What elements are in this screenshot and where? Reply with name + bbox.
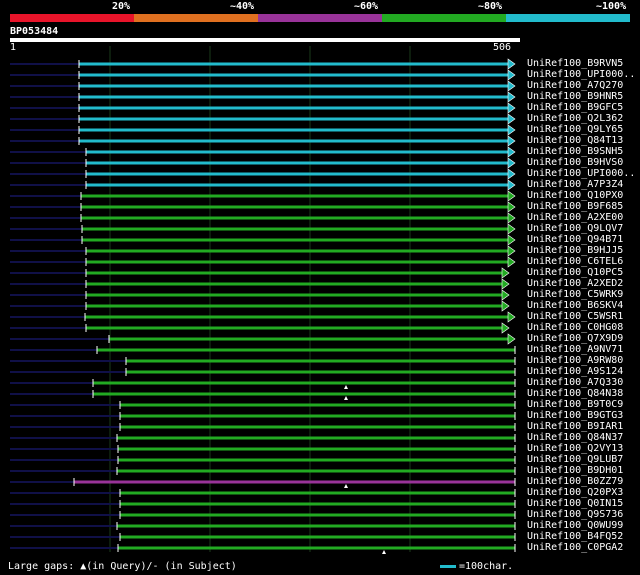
hit-label[interactable]: UniRef100_B0ZZ79 [527,476,623,487]
hit-label[interactable]: UniRef100_A9RW80 [527,355,623,366]
hit-end-arrow-icon [507,234,516,246]
hit-label[interactable]: UniRef100_UPI000.. [527,168,635,179]
hit-end-arrow-icon [507,201,516,213]
hit-end-arrow-icon [507,256,516,268]
hit-label[interactable]: UniRef100_B4FQ52 [527,531,623,542]
hit-label[interactable]: UniRef100_B9HVS0 [527,157,623,168]
scale-legend: =100char. [440,561,513,572]
hit-label[interactable]: UniRef100_A9S124 [527,366,623,377]
hit-label[interactable]: UniRef100_B9DH01 [527,465,623,476]
hit-label[interactable]: UniRef100_Q20PX3 [527,487,623,498]
hit-end-arrow-icon [507,113,516,125]
hit-end-arrow-icon [507,102,516,114]
hit-label[interactable]: UniRef100_C5WRK9 [527,289,623,300]
hit-end-arrow-icon [507,311,516,323]
hit-label[interactable]: UniRef100_Q2L362 [527,113,623,124]
hit-end-arrow-icon [507,223,516,235]
hit-label[interactable]: UniRef100_B9SNH5 [527,146,623,157]
hit-end-arrow-icon [507,124,516,136]
hit-label[interactable]: UniRef100_Q7X9D9 [527,333,623,344]
hit-end-arrow-icon [507,212,516,224]
hit-end-arrow-icon [507,245,516,257]
hit-end-arrow-icon [507,80,516,92]
scale-legend-text: =100char. [459,561,514,572]
hit-label[interactable]: UniRef100_Q94B71 [527,234,623,245]
hit-label[interactable]: UniRef100_UPI000.. [527,69,635,80]
hit-label[interactable]: UniRef100_Q9S736 [527,509,623,520]
gap-marker-icon [382,550,386,554]
gaps-legend: Large gaps: ▲(in Query)/- (in Subject) [8,561,237,572]
hit-end-arrow-icon [501,278,510,290]
gap-marker-icon [344,484,348,488]
hit-end-arrow-icon [507,146,516,158]
hit-label[interactable]: UniRef100_B9GFC5 [527,102,623,113]
scale-swatch [440,565,456,568]
hit-label[interactable]: UniRef100_B9HJJ5 [527,245,623,256]
gap-marker-icon [344,396,348,400]
hit-end-arrow-icon [507,157,516,169]
hit-label[interactable]: UniRef100_A7Q330 [527,377,623,388]
hit-end-arrow-icon [501,289,510,301]
hit-label[interactable]: UniRef100_Q10PX0 [527,190,623,201]
gap-marker-icon [344,385,348,389]
hit-label[interactable]: UniRef100_Q84T13 [527,135,623,146]
hit-label[interactable]: UniRef100_B9GTG3 [527,410,623,421]
hit-label[interactable]: UniRef100_C0HG08 [527,322,623,333]
hit-label[interactable]: UniRef100_Q2VY13 [527,443,623,454]
hit-end-arrow-icon [507,91,516,103]
hit-end-arrow-icon [507,135,516,147]
hit-end-arrow-icon [507,179,516,191]
hit-end-arrow-icon [507,69,516,81]
hit-label[interactable]: UniRef100_Q0WU99 [527,520,623,531]
hit-label[interactable]: UniRef100_Q84N38 [527,388,623,399]
hit-label[interactable]: UniRef100_B9T0C9 [527,399,623,410]
hit-end-arrow-icon [507,190,516,202]
hit-label[interactable]: UniRef100_C6TEL6 [527,256,623,267]
hit-label[interactable]: UniRef100_B9HNR5 [527,91,623,102]
hit-end-arrow-icon [507,333,516,345]
hit-label[interactable]: UniRef100_B9RVN5 [527,58,623,69]
hit-label[interactable]: UniRef100_Q9LY65 [527,124,623,135]
hit-end-arrow-icon [501,322,510,334]
hit-end-arrow-icon [501,300,510,312]
hit-label[interactable]: UniRef100_Q0IN15 [527,498,623,509]
hit-label[interactable]: UniRef100_A9NV71 [527,344,623,355]
hit-label[interactable]: UniRef100_B9IAR1 [527,421,623,432]
hit-end-arrow-icon [507,58,516,70]
hit-label[interactable]: UniRef100_B6SKV4 [527,300,623,311]
hit-label[interactable]: UniRef100_Q9LUB7 [527,454,623,465]
hit-end-arrow-icon [501,267,510,279]
hit-label[interactable]: UniRef100_A7Q270 [527,80,623,91]
hit-label[interactable]: UniRef100_A2XED2 [527,278,623,289]
hit-label[interactable]: UniRef100_Q84N37 [527,432,623,443]
hit-label[interactable]: UniRef100_B9F685 [527,201,623,212]
hit-label[interactable]: UniRef100_A7P3Z4 [527,179,623,190]
hit-label[interactable]: UniRef100_Q10PC5 [527,267,623,278]
hit-label[interactable]: UniRef100_C5WSR1 [527,311,623,322]
hit-label[interactable]: UniRef100_A2XE00 [527,212,623,223]
hit-label[interactable]: UniRef100_C0PGA2 [527,542,623,553]
hit-label[interactable]: UniRef100_Q9LQV7 [527,223,623,234]
hit-end-arrow-icon [507,168,516,180]
